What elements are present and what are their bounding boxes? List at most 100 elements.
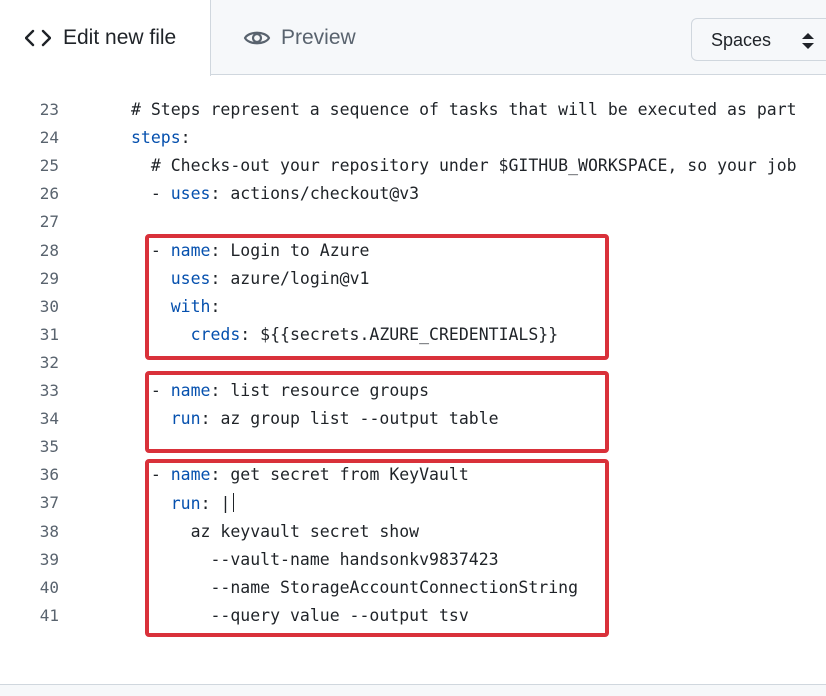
code-text: --vault-name handsonkv9837423	[210, 549, 499, 569]
tab-preview-label: Preview	[281, 25, 356, 49]
code-line[interactable]: 40 --name StorageAccountConnectionString	[0, 574, 826, 602]
code-line[interactable]: 34 run: az group list --output table	[0, 405, 826, 433]
code-line[interactable]: 27	[0, 208, 826, 236]
line-number: 37	[39, 493, 59, 513]
yaml-key: name	[170, 381, 211, 400]
line-code: - name: list resource groups	[131, 381, 429, 400]
yaml-key: uses	[170, 184, 211, 204]
yaml-key: uses	[170, 268, 211, 288]
yaml-value: actions/checkout@v3	[230, 184, 420, 204]
yaml-value: ${{secrets.AZURE_CREDENTIALS}}	[260, 324, 559, 344]
code-line[interactable]: 25 # Checks-out your repository under $G…	[0, 152, 826, 180]
tab-preview[interactable]: Preview	[212, 0, 402, 75]
code-line[interactable]: 37 run: |	[0, 489, 826, 517]
code-line[interactable]: 39 --vault-name handsonkv9837423	[0, 546, 826, 574]
line-number: 41	[39, 605, 59, 625]
code-editor[interactable]: 23 # Steps represent a sequence of tasks …	[0, 76, 826, 684]
line-number: 38	[39, 521, 59, 541]
line-number: 28	[39, 240, 59, 260]
code-text: --query value --output tsv	[210, 605, 469, 625]
code-line[interactable]: 26 - uses: actions/checkout@v3	[0, 180, 826, 208]
eye-icon	[243, 28, 271, 48]
yaml-key: name	[170, 465, 211, 485]
code-line[interactable]: 29 uses: azure/login@v1	[0, 265, 826, 293]
line-code: --vault-name handsonkv9837423	[131, 549, 499, 569]
code-line[interactable]: 28 - name: Login to Azure	[0, 237, 826, 265]
line-number: 30	[39, 296, 59, 316]
line-number: 26	[39, 184, 59, 204]
code-line[interactable]: 30 with:	[0, 293, 826, 321]
code-line[interactable]: 41 --query value --output tsv	[0, 602, 826, 630]
line-number: 35	[39, 437, 59, 457]
line-number: 34	[39, 409, 59, 429]
line-number: 29	[39, 268, 59, 288]
line-number: 31	[39, 324, 59, 344]
line-code: - uses: actions/checkout@v3	[131, 184, 419, 203]
line-code: run: |	[131, 493, 235, 514]
line-number: 25	[39, 156, 59, 176]
editor-tab-bar: Edit new file Preview Spaces	[0, 0, 826, 76]
line-code: # Steps represent a sequence of tasks th…	[131, 100, 797, 119]
yaml-key: name	[170, 240, 211, 260]
line-number: 39	[39, 549, 59, 569]
yaml-value: azure/login@v1	[230, 268, 370, 288]
line-code: --query value --output tsv	[131, 605, 469, 625]
yaml-value: list resource groups	[230, 381, 430, 400]
yaml-key: run	[170, 409, 201, 429]
code-line[interactable]: 24 steps:	[0, 124, 826, 152]
tab-edit-new-file[interactable]: Edit new file	[0, 0, 211, 76]
indent-mode-select[interactable]: Spaces	[691, 18, 826, 61]
line-number: 27	[39, 212, 59, 232]
indent-mode-value: Spaces	[711, 30, 772, 50]
line-code: with:	[131, 296, 221, 316]
editor-footer	[0, 684, 826, 696]
code-line[interactable]: 31 creds: ${{secrets.AZURE_CREDENTIALS}}	[0, 321, 826, 349]
line-code: - name: get secret from KeyVault	[131, 465, 469, 484]
yaml-key: with	[170, 296, 211, 316]
yaml-value: Login to Azure	[230, 240, 370, 260]
line-code: # Checks-out your repository under $GITH…	[131, 156, 797, 175]
code-line[interactable]: 33 - name: list resource groups	[0, 377, 826, 405]
code-line[interactable]: 35	[0, 433, 826, 461]
text-cursor	[233, 493, 235, 513]
code-line[interactable]: 38 az keyvault secret show	[0, 518, 826, 546]
line-code: --name StorageAccountConnectionString	[131, 578, 578, 597]
line-code: uses: azure/login@v1	[131, 268, 370, 288]
line-code: run: az group list --output table	[131, 409, 499, 428]
code-brackets-icon	[25, 29, 51, 47]
line-number: 40	[39, 577, 59, 597]
code-punct: :	[180, 128, 191, 148]
tab-edit-label: Edit new file	[63, 26, 177, 49]
select-arrows-icon	[801, 31, 815, 56]
line-code: az keyvault secret show	[131, 522, 419, 541]
yaml-value: get secret from KeyVault	[230, 465, 469, 485]
code-line[interactable]: 23 # Steps represent a sequence of tasks …	[0, 96, 826, 124]
code-text: --name StorageAccountConnectionString	[210, 577, 579, 597]
line-number: 32	[39, 352, 59, 372]
line-code: - name: Login to Azure	[131, 240, 370, 260]
yaml-key: steps	[131, 128, 181, 148]
code-line[interactable]: 32	[0, 349, 826, 377]
line-number: 23	[39, 100, 59, 119]
line-code: creds: ${{secrets.AZURE_CREDENTIALS}}	[131, 324, 559, 344]
code-line[interactable]: 36 - name: get secret from KeyVault	[0, 461, 826, 489]
line-number: 33	[39, 381, 59, 400]
yaml-key: creds	[190, 324, 241, 344]
yaml-value: |	[220, 494, 231, 514]
line-code: steps:	[131, 128, 191, 147]
yaml-key: run	[170, 494, 201, 514]
